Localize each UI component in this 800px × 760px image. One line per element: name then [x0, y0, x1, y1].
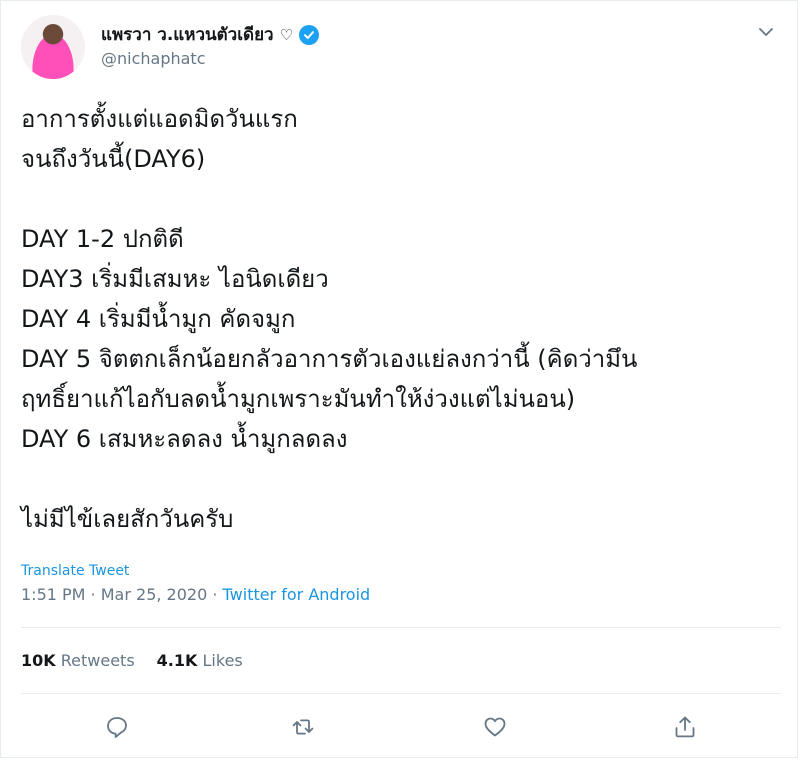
tweet-card: แพรวา ว.แหวนตัวเดียว ♡ @nichaphatc อาการ…: [0, 0, 798, 758]
meta-separator: ·: [85, 585, 101, 604]
tweet-time[interactable]: 1:51 PM: [21, 585, 85, 604]
tweet-metadata: 1:51 PM · Mar 25, 2020 · Twitter for And…: [21, 585, 370, 604]
likes-count: 4.1K: [156, 651, 198, 670]
meta-separator: ·: [207, 585, 223, 604]
retweets-label: Retweets: [60, 651, 135, 670]
divider: [21, 693, 781, 694]
tweet-source-link[interactable]: Twitter for Android: [223, 585, 371, 604]
user-handle[interactable]: @nichaphatc: [101, 49, 206, 68]
verified-badge-icon: [299, 24, 320, 45]
divider: [21, 627, 781, 628]
likes-stat[interactable]: 4.1K Likes: [157, 651, 243, 670]
share-icon[interactable]: [671, 713, 699, 741]
retweet-icon[interactable]: [289, 713, 317, 741]
likes-label: Likes: [202, 651, 243, 670]
chevron-down-icon[interactable]: [757, 23, 775, 41]
author-name-row: แพรวา ว.แหวนตัวเดียว ♡: [101, 21, 320, 48]
tweet-stats: 10K Retweets 4.1K Likes: [21, 651, 243, 670]
translate-tweet-link[interactable]: Translate Tweet: [21, 563, 129, 579]
display-name[interactable]: แพรวา ว.แหวนตัวเดียว: [101, 21, 274, 48]
retweets-stat[interactable]: 10K Retweets: [21, 651, 135, 670]
heart-icon[interactable]: [481, 713, 509, 741]
tweet-text: อาการตั้งแต่แอดมิดวันแรก จนถึงวันนี้(DAY…: [21, 105, 638, 533]
tweet-date[interactable]: Mar 25, 2020: [101, 585, 208, 604]
retweets-count: 10K: [21, 651, 56, 670]
avatar[interactable]: [21, 15, 85, 79]
name-heart-symbol: ♡: [279, 25, 294, 44]
reply-icon[interactable]: [103, 713, 131, 741]
tweet-actions-bar: [1, 705, 800, 749]
